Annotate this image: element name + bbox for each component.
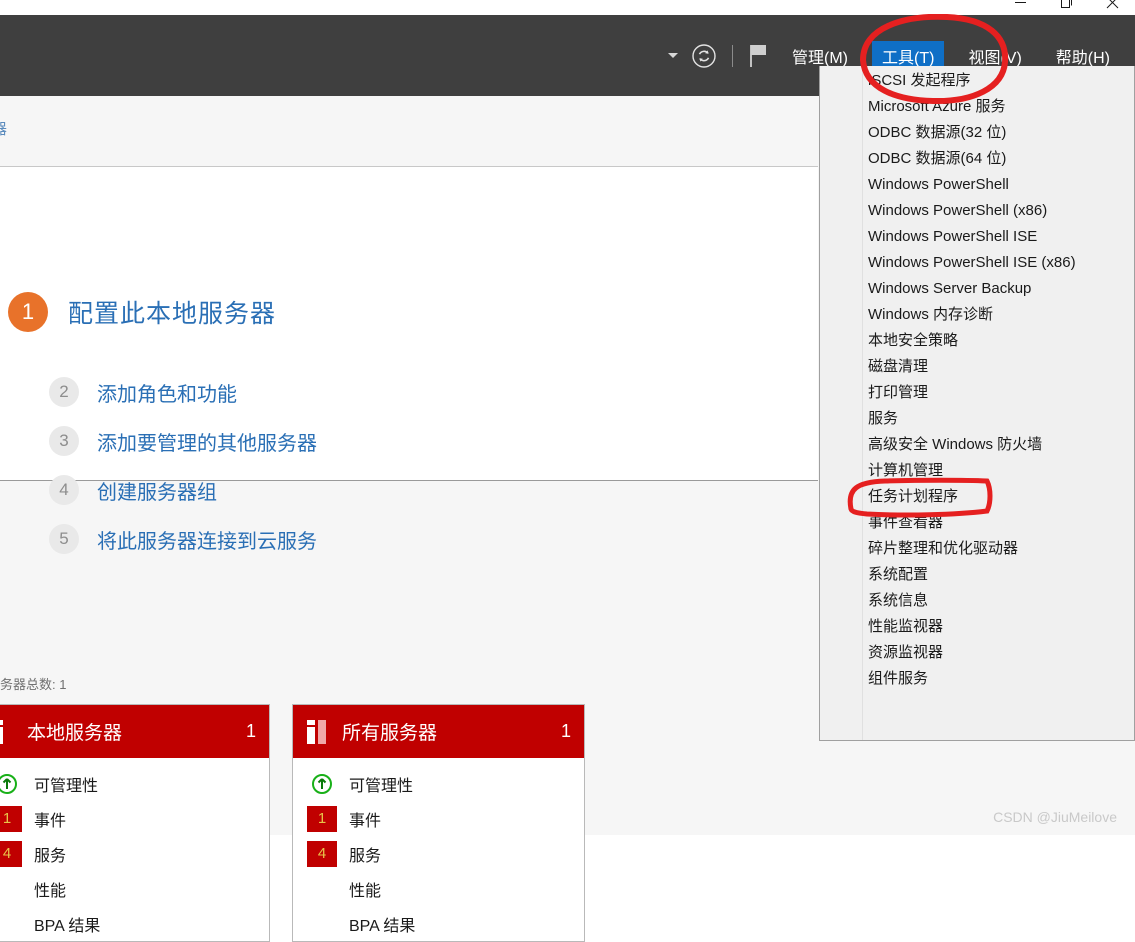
tile-row-label[interactable]: 服务 [34, 842, 66, 866]
service-count-badge: 4 [307, 840, 337, 867]
menu-item-powershell-x86[interactable]: Windows PowerShell (x86) [820, 198, 1134, 224]
tile-row-events[interactable]: 1 事件 [0, 801, 269, 836]
welcome-panel: 1 配置此本地服务器 2 添加角色和功能 3 添加要管理的其他服务器 4 创建服… [0, 167, 818, 554]
step-number-badge: 5 [49, 524, 79, 554]
quick-start-step-2[interactable]: 2 添加角色和功能 [49, 377, 317, 407]
flag-icon[interactable] [741, 15, 775, 96]
manageability-ok-icon [307, 771, 337, 797]
tile-body: 可管理性 1 事件 4 服务 性能 BPA 结果 [293, 758, 584, 941]
tools-dropdown-menu: iSCSI 发起程序 Microsoft Azure 服务 ODBC 数据源(3… [819, 66, 1135, 741]
event-count-badge: 1 [0, 805, 22, 832]
quick-start-step-5[interactable]: 5 将此服务器连接到云服务 [49, 524, 317, 554]
menu-item-memory-diagnostic[interactable]: Windows 内存诊断 [820, 302, 1134, 328]
menu-item-system-configuration[interactable]: 系统配置 [820, 562, 1134, 588]
row-spacer [307, 911, 337, 937]
tile-row-bpa[interactable]: BPA 结果 [293, 906, 584, 941]
refresh-icon[interactable] [684, 15, 724, 96]
step-label[interactable]: 添加要管理的其他服务器 [97, 427, 317, 456]
tile-row-label[interactable]: BPA 结果 [349, 912, 415, 936]
tile-header[interactable]: 所有服务器 1 [293, 705, 584, 758]
quick-start-step-list: 2 添加角色和功能 3 添加要管理的其他服务器 4 创建服务器组 5 将此服务器… [49, 377, 317, 573]
tile-body: 可管理性 1 事件 4 服务 性能 BPA 结果 [0, 758, 269, 941]
tile-row-manageability[interactable]: 可管理性 [293, 766, 584, 801]
tools-menu-list: iSCSI 发起程序 Microsoft Azure 服务 ODBC 数据源(3… [820, 66, 1134, 692]
menu-item-windows-firewall-advanced[interactable]: 高级安全 Windows 防火墙 [820, 432, 1134, 458]
tile-row-label[interactable]: 事件 [349, 807, 381, 831]
quick-start-step-3[interactable]: 3 添加要管理的其他服务器 [49, 426, 317, 456]
server-count-label: 务器总数: 1 [0, 677, 67, 692]
menu-item-performance-monitor[interactable]: 性能监视器 [820, 614, 1134, 640]
tile-row-events[interactable]: 1 事件 [293, 801, 584, 836]
tile-row-performance[interactable]: 性能 [293, 871, 584, 906]
quick-start-step-4[interactable]: 4 创建服务器组 [49, 475, 317, 505]
tile-header[interactable]: 本地服务器 1 [0, 705, 269, 758]
menu-item-powershell-ise-x86[interactable]: Windows PowerShell ISE (x86) [820, 250, 1134, 276]
quick-start-step-1[interactable]: 1 配置此本地服务器 [8, 292, 276, 332]
menu-item-print-management[interactable]: 打印管理 [820, 380, 1134, 406]
menu-item-odbc-32[interactable]: ODBC 数据源(32 位) [820, 120, 1134, 146]
step-label[interactable]: 添加角色和功能 [97, 378, 237, 407]
tile-row-services[interactable]: 4 服务 [293, 836, 584, 871]
dashboard-tiles: 务 1 本地服务器 1 可管理性 [0, 704, 585, 942]
step-label[interactable]: 配置此本地服务器 [68, 294, 276, 330]
menu-item-microsoft-azure-services[interactable]: Microsoft Azure 服务 [820, 94, 1134, 120]
manageability-ok-icon [0, 771, 22, 797]
row-spacer [0, 911, 22, 937]
event-count-badge: 1 [307, 805, 337, 832]
tile-count: 1 [245, 721, 256, 741]
menu-item-task-scheduler[interactable]: 任务计划程序 [820, 484, 1134, 510]
watermark: CSDN @JiuMeilove [993, 809, 1117, 825]
menu-item-component-services[interactable]: 组件服务 [820, 666, 1134, 692]
menu-item-powershell[interactable]: Windows PowerShell [820, 172, 1134, 198]
tile-row-label[interactable]: 可管理性 [349, 772, 413, 796]
tile-title: 所有服务器 [342, 723, 438, 744]
title-bar [0, 0, 1135, 15]
tile-title: 本地服务器 [27, 723, 123, 744]
single-server-icon [0, 719, 17, 744]
menu-item-computer-management[interactable]: 计算机管理 [820, 458, 1134, 484]
menu-item-iscsi-initiator[interactable]: iSCSI 发起程序 [820, 68, 1134, 94]
tile-row-manageability[interactable]: 可管理性 [0, 766, 269, 801]
breadcrumb: 器 [0, 96, 818, 167]
breadcrumb-clipped-text: 器 [0, 122, 7, 138]
step-number-badge: 4 [49, 475, 79, 505]
tile-row-label[interactable]: BPA 结果 [34, 912, 100, 936]
row-spacer [307, 876, 337, 902]
tile-row-label[interactable]: 性能 [349, 877, 381, 901]
menu-item-windows-server-backup[interactable]: Windows Server Backup [820, 276, 1134, 302]
tile-row-label[interactable]: 事件 [34, 807, 66, 831]
menu-item-resource-monitor[interactable]: 资源监视器 [820, 640, 1134, 666]
menu-item-system-information[interactable]: 系统信息 [820, 588, 1134, 614]
menu-item-services[interactable]: 服务 [820, 406, 1134, 432]
menu-item-local-security-policy[interactable]: 本地安全策略 [820, 328, 1134, 354]
menu-item-event-viewer[interactable]: 事件查看器 [820, 510, 1134, 536]
chevron-down-icon[interactable] [662, 15, 684, 96]
step-label[interactable]: 将此服务器连接到云服务 [97, 525, 317, 554]
menu-item-defragment-optimize[interactable]: 碎片整理和优化驱动器 [820, 536, 1134, 562]
step-number-badge: 3 [49, 426, 79, 456]
menu-item-powershell-ise[interactable]: Windows PowerShell ISE [820, 224, 1134, 250]
tile-row-bpa[interactable]: BPA 结果 [0, 906, 269, 941]
toolbar-separator [732, 44, 733, 67]
tile-row-label[interactable]: 可管理性 [34, 772, 98, 796]
tile-row-services[interactable]: 4 服务 [0, 836, 269, 871]
step-number-badge: 2 [49, 377, 79, 407]
step-label[interactable]: 创建服务器组 [97, 476, 217, 505]
step-number-badge: 1 [8, 292, 48, 332]
tile-row-performance[interactable]: 性能 [0, 871, 269, 906]
tile-row-label[interactable]: 性能 [34, 877, 66, 901]
tile-row-label[interactable]: 服务 [349, 842, 381, 866]
tile-local-server[interactable]: 本地服务器 1 可管理性 1 事件 4 服务 性能 BPA 结果 [0, 704, 270, 942]
service-count-badge: 4 [0, 840, 22, 867]
menu-item-odbc-64[interactable]: ODBC 数据源(64 位) [820, 146, 1134, 172]
row-spacer [0, 876, 22, 902]
menu-item-disk-cleanup[interactable]: 磁盘清理 [820, 354, 1134, 380]
tile-all-servers[interactable]: 所有服务器 1 可管理性 1 事件 4 服务 性能 BPA 结果 [292, 704, 585, 942]
multi-server-icon [306, 719, 332, 744]
tile-count: 1 [560, 721, 571, 741]
